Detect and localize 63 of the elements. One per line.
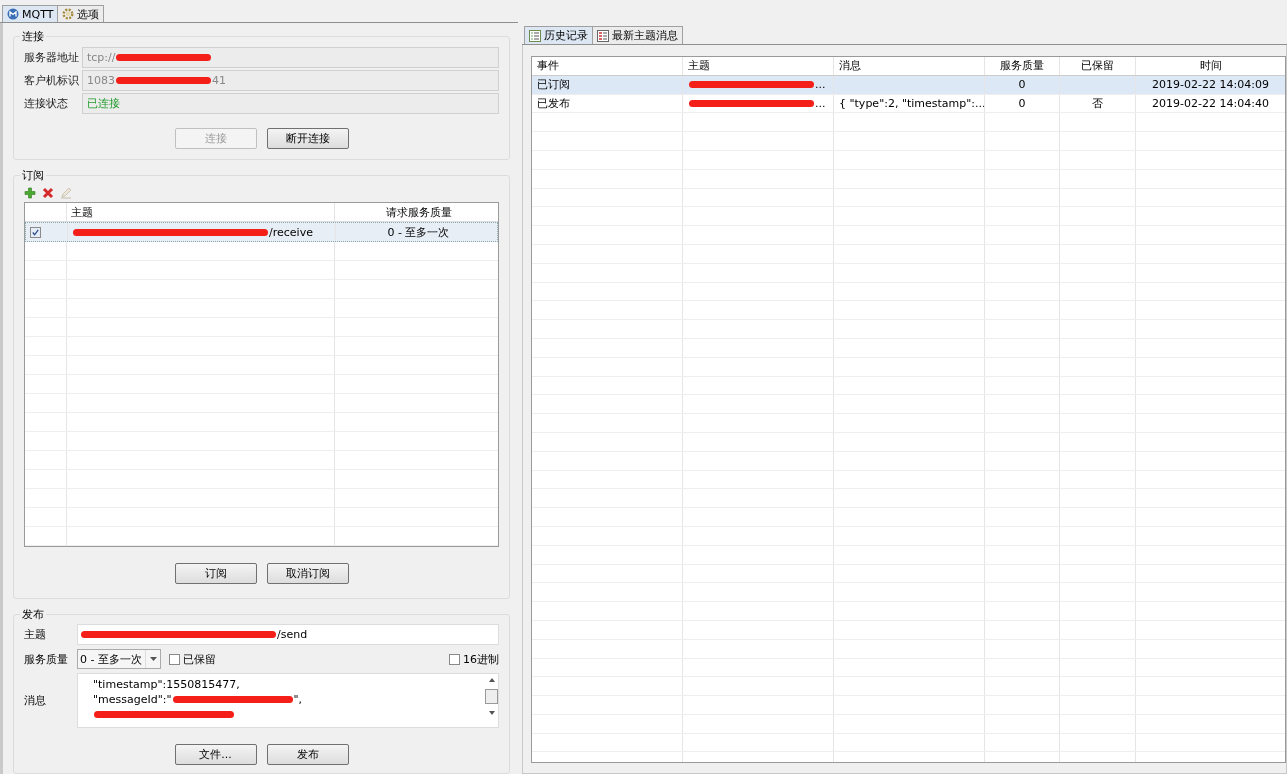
caret-icon <box>149 657 157 661</box>
action-button[interactable]: 发布 <box>266 744 349 765</box>
table-cell: 0 <box>985 75 1060 94</box>
group-title: 订阅 <box>21 168 45 183</box>
column-header: 服务质量 <box>985 57 1060 75</box>
column-header: 事件 <box>532 57 683 75</box>
tab[interactable]: 历史记录 <box>524 26 593 44</box>
field-label: 客户机标识 <box>24 72 80 88</box>
table-cell: 0 <box>985 94 1060 113</box>
table-row[interactable]: 已发布 ... { "type":2, "timestamp":... 0 否 2019-02-22 14:04:40 <box>532 94 1285 114</box>
field-label: 消息 <box>24 693 47 708</box>
field-label: 服务器地址 <box>24 49 80 65</box>
action-button[interactable]: 订阅 <box>174 563 257 584</box>
group-title: 发布 <box>21 607 45 622</box>
text-fragment: ", <box>293 693 303 706</box>
list-icon <box>529 29 541 42</box>
text-fragment: /receive <box>269 225 313 239</box>
column-header: 请求服务质量 <box>384 204 453 221</box>
table-cell-text: 2019-02-22 14:04:09 <box>1151 77 1270 94</box>
checkbox[interactable] <box>30 226 41 238</box>
text-fragment: 已连接 <box>87 95 120 111</box>
text-fragment: ... <box>815 97 826 110</box>
column-header: 主题 <box>67 203 335 221</box>
topic-field[interactable]: /send <box>77 624 499 645</box>
text-fragment: ... <box>815 78 826 92</box>
scroll-down-icon[interactable] <box>488 711 495 715</box>
table-cell: 已订阅 <box>532 75 683 94</box>
table-cell: 否 <box>1060 94 1136 113</box>
text-fragment: 41 <box>212 73 226 87</box>
action-button[interactable]: 取消订阅 <box>266 563 349 584</box>
circle-m-icon <box>7 8 19 20</box>
column-header: 消息 <box>834 57 985 75</box>
gear-icon <box>62 8 75 20</box>
column-header: 已保留 <box>1060 57 1136 75</box>
action-button[interactable]: 文件... <box>174 744 257 765</box>
table-cell: { "type":2, "timestamp":... <box>834 94 985 113</box>
qos-dropdown[interactable]: 0 - 至多一次 <box>77 649 161 669</box>
action-button[interactable]: 断开连接 <box>266 128 349 149</box>
table-cell: 已发布 <box>532 94 683 113</box>
message-field[interactable]: "timestamp":1550815477, "messageId":" ", <box>77 673 499 728</box>
text-fragment: tcp:// <box>87 50 116 64</box>
field-label: 连接状态 <box>24 95 69 111</box>
column-header: 主题 <box>683 57 834 75</box>
text-fragment: /send <box>277 628 308 641</box>
scroll-up-icon[interactable] <box>488 678 495 682</box>
column-header: 时间 <box>1198 58 1223 75</box>
retained-checkbox[interactable]: 已保留 <box>169 651 216 667</box>
table-icon <box>597 29 609 42</box>
table-row[interactable]: /receive 0 - 至多一次 <box>25 222 498 242</box>
table-cell-text: 0 - 至多一次 <box>386 224 451 241</box>
table-cell-text: 2019-02-22 14:04:40 <box>1151 96 1270 112</box>
field-label: 服务质量 <box>24 651 69 667</box>
text-fragment: "timestamp":1550815477, <box>93 678 240 691</box>
tab[interactable]: 选项 <box>57 5 105 22</box>
text-fragment: 1083 <box>87 73 115 87</box>
plus-icon[interactable] <box>24 187 36 199</box>
field-label: 主题 <box>24 627 47 642</box>
tab[interactable]: MQTT <box>2 5 59 22</box>
tab[interactable]: 最新主题消息 <box>592 26 683 44</box>
text-fragment: "messageId":" <box>93 693 172 706</box>
group-title: 连接 <box>21 29 45 44</box>
hex-checkbox[interactable]: 16进制 <box>449 651 499 667</box>
delete-icon[interactable] <box>42 187 54 199</box>
